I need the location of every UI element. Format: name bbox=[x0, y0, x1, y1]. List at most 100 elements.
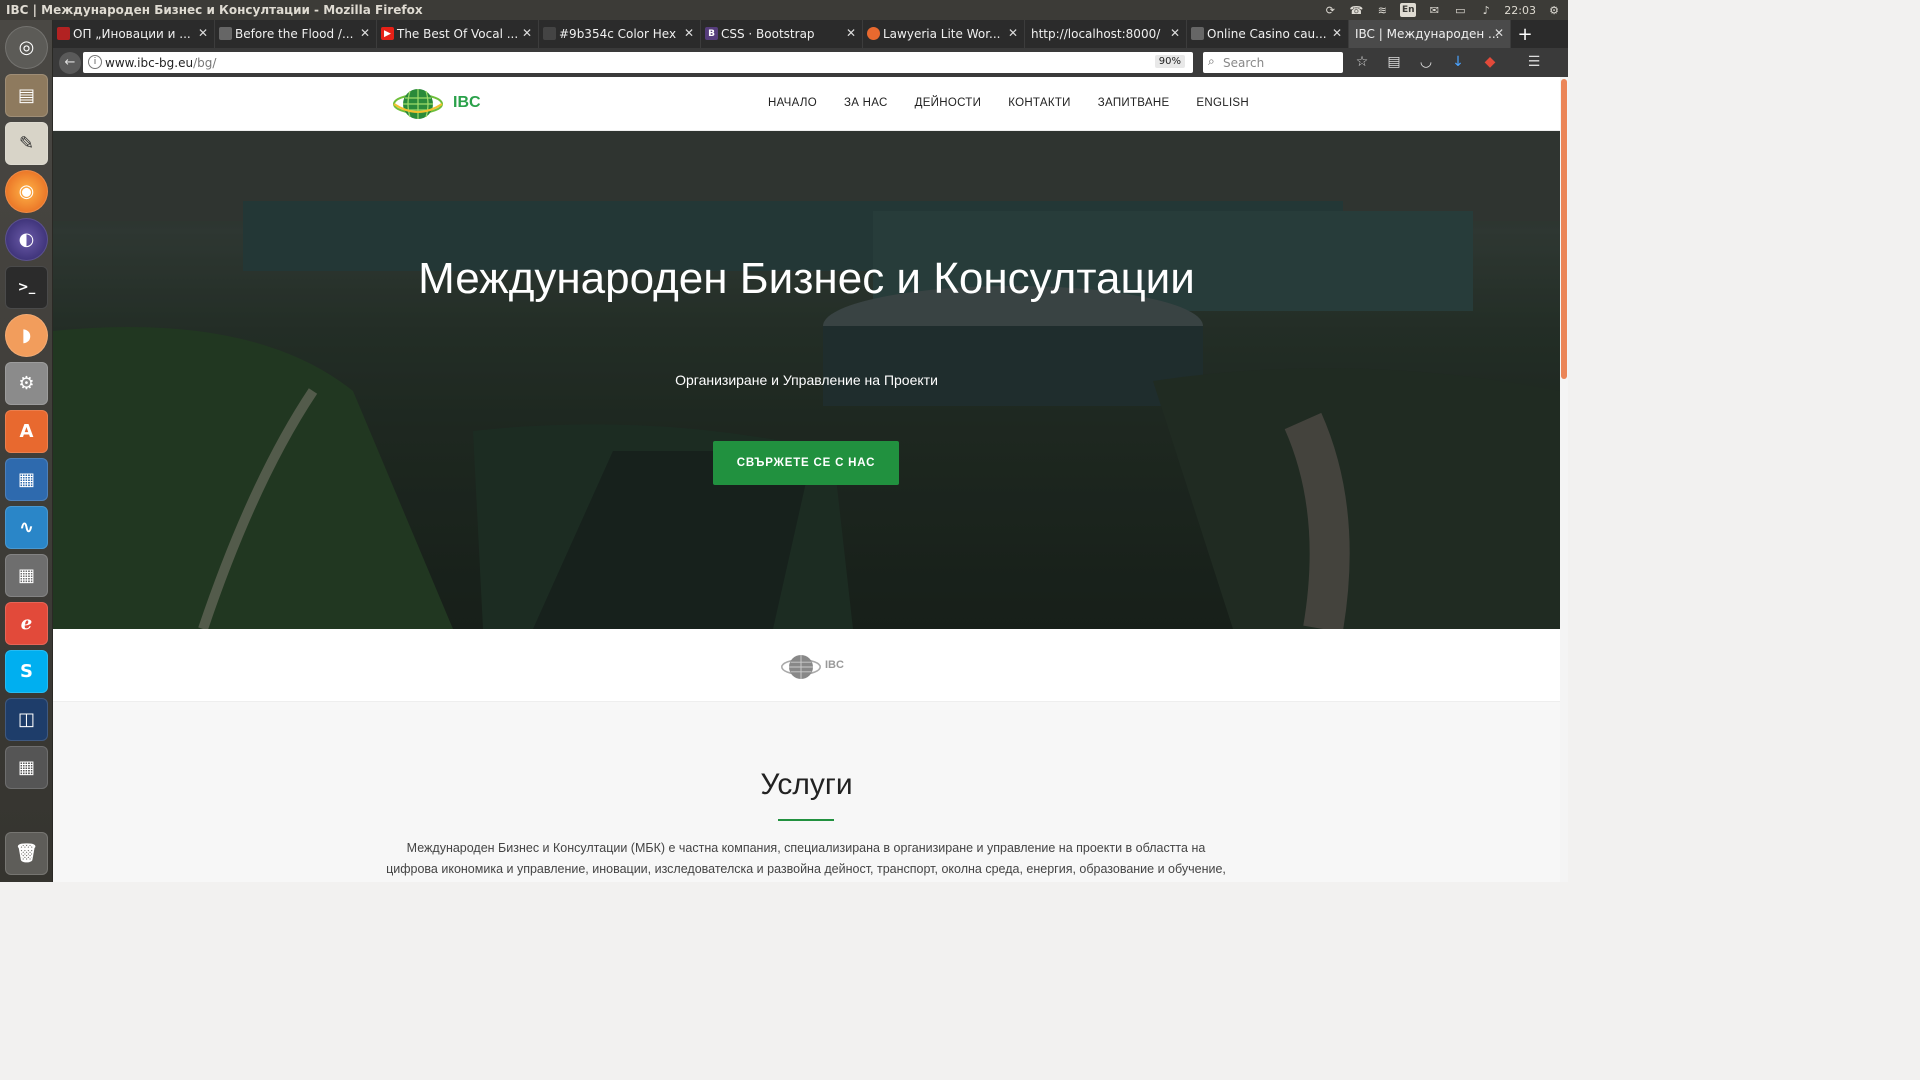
menu-item-inquiry[interactable]: ЗАПИТВАНЕ bbox=[1098, 97, 1170, 109]
navigation-bar: ← i www.ibc-bg.eu/bg/ 90% ↻ ⌕Search ☆ ▤ … bbox=[53, 48, 1568, 77]
logo-text[interactable]: IBC bbox=[453, 94, 481, 112]
terminal-icon[interactable]: >_ bbox=[5, 266, 48, 309]
bootstrap-icon: B bbox=[705, 27, 718, 40]
volume-icon[interactable]: ♪ bbox=[1478, 3, 1494, 17]
top-panel: IBC | Международен Бизнес и Консултации … bbox=[0, 0, 1568, 20]
tab-label: The Best Of Vocal ... bbox=[397, 27, 519, 41]
window-title: IBC | Международен Бизнес и Консултации … bbox=[6, 3, 423, 17]
close-icon[interactable]: ✕ bbox=[1170, 26, 1180, 40]
sync-icon[interactable]: ⟳ bbox=[1322, 3, 1338, 17]
writer-icon[interactable]: ▦ bbox=[5, 458, 48, 501]
settings-icon[interactable]: ⚙ bbox=[5, 362, 48, 405]
tab-favicon-icon bbox=[57, 27, 70, 40]
brand-text: IBC bbox=[825, 659, 844, 671]
mail-icon[interactable]: ✉ bbox=[1426, 3, 1442, 17]
tab-active[interactable]: IBC | Международен ... ✕ bbox=[1349, 20, 1511, 48]
scrollbar-thumb[interactable] bbox=[1561, 79, 1567, 379]
battery-icon[interactable]: ▭ bbox=[1452, 3, 1468, 17]
hero-title: Международен Бизнес и Консултации bbox=[418, 254, 1195, 303]
close-icon[interactable]: ✕ bbox=[198, 26, 208, 40]
tab-bar: ОП „Иновации и ... ✕ Before the Flood /..… bbox=[53, 20, 1568, 48]
menu-item-english[interactable]: ENGLISH bbox=[1196, 97, 1249, 109]
services-description: Международен Бизнес и Консултации (МБК) … bbox=[386, 841, 1226, 876]
files-icon[interactable]: ▤ bbox=[5, 74, 48, 117]
gear-icon[interactable]: ⚙ bbox=[1546, 3, 1562, 17]
site-header: IBC НАЧАЛО ЗА НАС ДЕЙНОСТИ КОНТАКТИ ЗАПИ… bbox=[53, 77, 1560, 131]
tab[interactable]: ▶ The Best Of Vocal ... ✕ bbox=[377, 20, 539, 48]
trash-icon[interactable]: 🗑 bbox=[5, 832, 48, 875]
close-icon[interactable]: ✕ bbox=[360, 26, 370, 40]
url-host: www.ibc-bg.eu bbox=[105, 55, 194, 70]
page-scrollbar[interactable] bbox=[1560, 77, 1568, 882]
skype-icon[interactable]: S bbox=[5, 650, 48, 693]
youtube-icon: ▶ bbox=[381, 27, 394, 40]
tab-label: Before the Flood /... bbox=[235, 27, 354, 41]
calculator-icon[interactable]: ▦ bbox=[5, 554, 48, 597]
menu-item-activities[interactable]: ДЕЙНОСТИ bbox=[915, 97, 982, 109]
keyboard-layout[interactable]: En bbox=[1400, 3, 1417, 17]
extension-icon[interactable]: ◆ bbox=[1481, 52, 1499, 72]
tab[interactable]: B CSS · Bootstrap ✕ bbox=[701, 20, 863, 48]
back-button[interactable]: ← bbox=[59, 51, 81, 74]
tab[interactable]: Online Casino cau... ✕ bbox=[1187, 20, 1349, 48]
menu-item-about[interactable]: ЗА НАС bbox=[844, 97, 888, 109]
hero-section: Международен Бизнес и Консултации Органи… bbox=[53, 131, 1560, 629]
main-menu: НАЧАЛО ЗА НАС ДЕЙНОСТИ КОНТАКТИ ЗАПИТВАН… bbox=[768, 97, 1249, 109]
menu-item-home[interactable]: НАЧАЛО bbox=[768, 97, 817, 109]
services-section: Услуги Международен Бизнес и Консултации… bbox=[53, 702, 1560, 882]
tab[interactable]: #9b354c Color Hex ✕ bbox=[539, 20, 701, 48]
phone-icon[interactable]: ☎ bbox=[1348, 3, 1364, 17]
pocket-icon[interactable]: ◡ bbox=[1417, 52, 1435, 72]
url-bar[interactable]: i www.ibc-bg.eu/bg/ 90% bbox=[83, 52, 1193, 73]
close-icon[interactable]: ✕ bbox=[684, 26, 694, 40]
services-title: Услуги bbox=[760, 768, 853, 801]
reader-icon[interactable]: ℯ bbox=[5, 602, 48, 645]
tab[interactable]: ОП „Иновации и ... ✕ bbox=[53, 20, 215, 48]
clock[interactable]: 22:03 bbox=[1504, 4, 1536, 17]
monitor-icon[interactable]: ∿ bbox=[5, 506, 48, 549]
tab[interactable]: Lawyeria Lite Wor... ✕ bbox=[863, 20, 1025, 48]
globe-logo-icon[interactable] bbox=[393, 84, 443, 124]
close-icon[interactable]: ✕ bbox=[846, 26, 856, 40]
new-tab-button[interactable]: + bbox=[1511, 20, 1539, 48]
tab-favicon-icon bbox=[1191, 27, 1204, 40]
brand-strip: IBC bbox=[53, 629, 1560, 702]
software-center-icon[interactable]: A bbox=[5, 410, 48, 453]
tab-label: Online Casino cau... bbox=[1207, 27, 1327, 41]
close-icon[interactable]: ✕ bbox=[1008, 26, 1018, 40]
zoom-level[interactable]: 90% bbox=[1154, 55, 1185, 68]
system-tray: ⟳ ☎ ≋ En ✉ ▭ ♪ 22:03 ⚙ bbox=[1322, 0, 1562, 20]
tab-label: #9b354c Color Hex bbox=[559, 27, 677, 41]
tab[interactable]: Before the Flood /... ✕ bbox=[215, 20, 377, 48]
eclipse-icon[interactable]: ◐ bbox=[5, 218, 48, 261]
text-editor-icon[interactable]: ✎ bbox=[5, 122, 48, 165]
url-path: /bg/ bbox=[193, 55, 217, 70]
workspaces-icon[interactable]: ▦ bbox=[5, 746, 48, 789]
tab[interactable]: http://localhost:8000/ ✕ bbox=[1025, 20, 1187, 48]
menu-icon[interactable]: ☰ bbox=[1525, 52, 1543, 72]
reading-list-icon[interactable]: ▤ bbox=[1385, 52, 1403, 72]
tab-favicon-icon bbox=[219, 27, 232, 40]
launcher: ◎ ▤ ✎ ◉ ◐ >_ ◗ ⚙ A ▦ ∿ ▦ ℯ S ◫ ▦ 🗑 bbox=[0, 20, 53, 882]
firefox-icon[interactable]: ◉ bbox=[5, 170, 48, 213]
tab-favicon-icon bbox=[867, 27, 880, 40]
search-icon: ⌕ bbox=[1208, 54, 1215, 68]
close-icon[interactable]: ✕ bbox=[1494, 26, 1504, 40]
info-icon[interactable]: i bbox=[88, 55, 102, 69]
bookmark-star-icon[interactable]: ☆ bbox=[1353, 52, 1371, 72]
download-icon[interactable]: ↓ bbox=[1449, 52, 1467, 72]
search-placeholder: Search bbox=[1223, 55, 1265, 70]
tab-label: CSS · Bootstrap bbox=[721, 27, 815, 41]
app-icon[interactable]: ◫ bbox=[5, 698, 48, 741]
close-icon[interactable]: ✕ bbox=[522, 26, 532, 40]
dash-icon[interactable]: ◎ bbox=[5, 26, 48, 69]
search-input[interactable]: ⌕ Search bbox=[1203, 52, 1343, 73]
tab-favicon-icon bbox=[543, 27, 556, 40]
close-icon[interactable]: ✕ bbox=[1332, 26, 1342, 40]
web-page: IBC НАЧАЛО ЗА НАС ДЕЙНОСТИ КОНТАКТИ ЗАПИ… bbox=[53, 77, 1560, 882]
menu-item-contacts[interactable]: КОНТАКТИ bbox=[1008, 97, 1071, 109]
tab-label: IBC | Международен ... bbox=[1355, 27, 1500, 41]
contact-us-button[interactable]: СВЪРЖЕТЕ СЕ С НАС bbox=[713, 441, 899, 485]
sublime-icon[interactable]: ◗ bbox=[5, 314, 48, 357]
wifi-icon[interactable]: ≋ bbox=[1374, 3, 1390, 17]
